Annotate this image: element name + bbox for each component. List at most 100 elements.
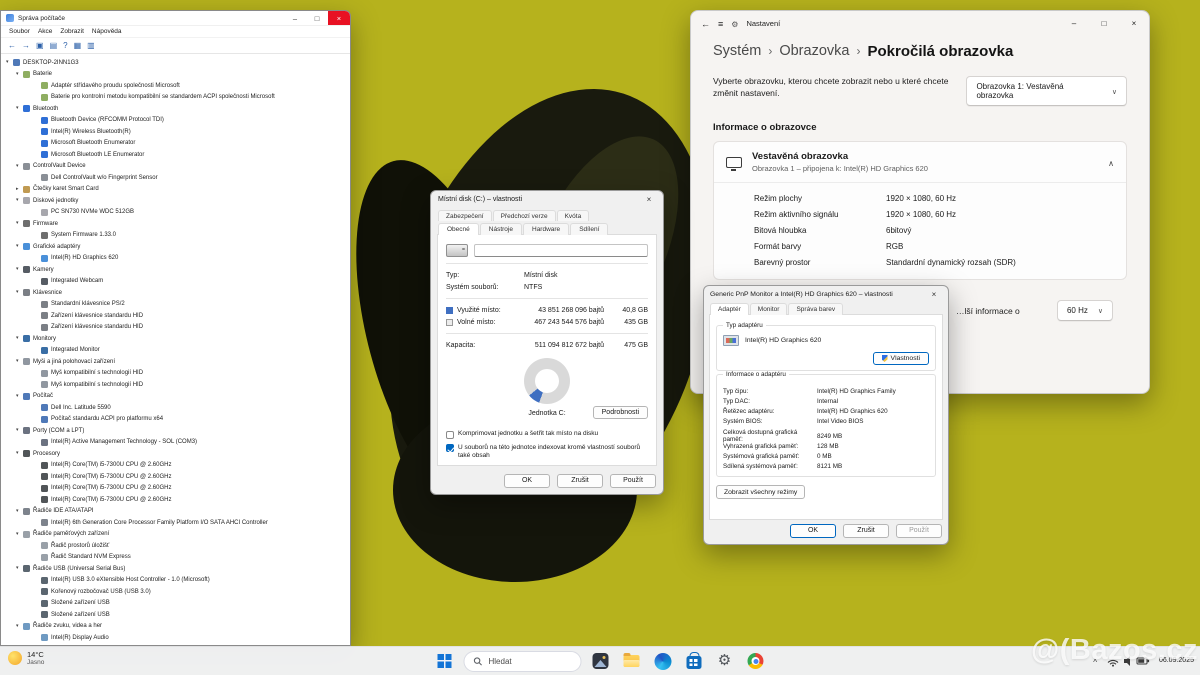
edge-icon[interactable]: [651, 649, 675, 673]
forward-icon[interactable]: →: [22, 42, 30, 50]
expander-icon[interactable]: [16, 244, 23, 249]
expander-icon[interactable]: [16, 336, 23, 341]
tree-item[interactable]: Firmware: [1, 218, 350, 230]
cancel-button[interactable]: Zrušit: [843, 524, 889, 538]
tree-item[interactable]: Řadiče zvuku, videa a her: [1, 621, 350, 633]
ok-button[interactable]: OK: [790, 524, 836, 538]
expander-icon[interactable]: [16, 451, 23, 456]
dialog-titlebar[interactable]: Místní disk (C:) – vlastnosti: [431, 191, 663, 208]
breadcrumb-system[interactable]: Systém: [713, 43, 761, 59]
tree-item[interactable]: Intel(R) HD Graphics 620: [1, 253, 350, 265]
display-select-dropdown[interactable]: Obrazovka 1: Vestavěná obrazovka: [966, 76, 1127, 106]
expander-icon[interactable]: [16, 72, 23, 77]
volume-label-input[interactable]: [474, 244, 648, 257]
tree-item[interactable]: PC SN730 NVMe WDC 512GB: [1, 207, 350, 219]
property-tab[interactable]: Zabezpečení: [438, 210, 492, 221]
tree-item[interactable]: Intel(R) Core(TM) i5-7300U CPU @ 2.60GHz: [1, 483, 350, 495]
tree-item[interactable]: Bluetooth: [1, 103, 350, 115]
store-icon[interactable]: [682, 649, 706, 673]
tree-item[interactable]: Intel(R) 6th Generation Core Processor F…: [1, 517, 350, 529]
expander-icon[interactable]: [16, 359, 23, 364]
titlebar[interactable]: Správa počítače: [1, 11, 350, 26]
expander-icon[interactable]: [16, 267, 23, 272]
minimize-button[interactable]: [284, 11, 306, 25]
compress-checkbox[interactable]: [446, 431, 454, 439]
tree-item[interactable]: Myš kompatibilní s technologií HID: [1, 379, 350, 391]
settings-icon[interactable]: [713, 649, 737, 673]
breadcrumb-display[interactable]: Obrazovka: [779, 43, 849, 59]
tree-item[interactable]: Intel(R) Active Management Technology - …: [1, 437, 350, 449]
expander-icon[interactable]: [16, 187, 23, 192]
tree-item[interactable]: Řadiče IDE ATA/ATAPI: [1, 506, 350, 518]
start-button[interactable]: [433, 649, 457, 673]
tree-item[interactable]: Integrated Webcam: [1, 276, 350, 288]
menu-item[interactable]: Nápověda: [88, 28, 126, 35]
details-button[interactable]: Podrobnosti: [593, 406, 648, 419]
tree-item[interactable]: Integrated Monitor: [1, 345, 350, 357]
tree-item[interactable]: Porty (COM a LPT): [1, 425, 350, 437]
scan-devices-icon[interactable]: ▥: [87, 42, 95, 50]
tree-item[interactable]: Kořenový rozbočovač USB (USB 3.0): [1, 586, 350, 598]
tree-item[interactable]: Počítač standardu ACPI pro platformu x64: [1, 414, 350, 426]
property-tab[interactable]: Předchozí verze: [493, 210, 556, 221]
tree-item[interactable]: Bluetooth Device (RFCOMM Protocol TDI): [1, 115, 350, 127]
cancel-button[interactable]: Zrušit: [557, 474, 603, 488]
chevron-up-icon[interactable]: [1108, 153, 1114, 171]
ok-button[interactable]: OK: [504, 474, 550, 488]
tree-item[interactable]: Baterie pro kontrolní metodu kompatibiln…: [1, 92, 350, 104]
expander-icon[interactable]: [16, 566, 23, 571]
tree-item[interactable]: Řadič Standard NVM Express: [1, 552, 350, 564]
document-icon[interactable]: ▤: [50, 42, 58, 50]
tree-item[interactable]: Řadiče paměťových zařízení: [1, 529, 350, 541]
tree-item[interactable]: Čtečky karet Smart Card: [1, 184, 350, 196]
tree-item[interactable]: Myši a jiná polohovací zařízení: [1, 356, 350, 368]
expander-icon[interactable]: [16, 394, 23, 399]
back-icon[interactable]: ←: [8, 42, 16, 50]
tree-item[interactable]: Grafické adaptéry: [1, 241, 350, 253]
properties-button[interactable]: Vlastnosti: [873, 352, 929, 365]
dialog-tab[interactable]: Monitor: [750, 303, 788, 315]
tree-item[interactable]: Intel(R) Wireless Bluetooth(R): [1, 126, 350, 138]
tree-item[interactable]: Diskové jednotky: [1, 195, 350, 207]
window-icon[interactable]: ▣: [36, 42, 44, 50]
tree-item[interactable]: Kamery: [1, 264, 350, 276]
menu-item[interactable]: Akce: [34, 28, 56, 35]
property-tab[interactable]: Hardware: [523, 223, 569, 235]
back-icon[interactable]: [701, 14, 710, 32]
refresh-rate-dropdown[interactable]: 60 Hz: [1057, 300, 1113, 321]
display-info-card-header[interactable]: Vestavěná obrazovka Obrazovka 1 – připoj…: [714, 142, 1126, 182]
tree-item[interactable]: Intel(R) Core(TM) i5-7300U CPU @ 2.60GHz: [1, 460, 350, 472]
tree-item[interactable]: System Firmware 1.33.0: [1, 230, 350, 242]
tree-item[interactable]: Standardní klávesnice PS/2: [1, 299, 350, 311]
tree-item[interactable]: Microsoft Bluetooth Enumerator: [1, 138, 350, 150]
expander-icon[interactable]: [16, 221, 23, 226]
menu-item[interactable]: Soubor: [5, 28, 34, 35]
tree-item[interactable]: Intel(R) Core(TM) i5-7300U CPU @ 2.60GHz: [1, 494, 350, 506]
apply-button[interactable]: Použít: [610, 474, 656, 488]
expander-icon[interactable]: [16, 106, 23, 111]
menu-item[interactable]: Zobrazit: [56, 28, 87, 35]
property-tab[interactable]: Kvóta: [557, 210, 590, 221]
tree-item[interactable]: Adaptér střídavého proudu společnosti Mi…: [1, 80, 350, 92]
tree-item[interactable]: Intel(R) Core(TM) i5-7300U CPU @ 2.60GHz: [1, 471, 350, 483]
chrome-icon[interactable]: [744, 649, 768, 673]
minimize-button[interactable]: [1059, 11, 1089, 35]
tree-item[interactable]: Zařízení klávesnice standardu HID: [1, 322, 350, 334]
expander-icon[interactable]: [16, 290, 23, 295]
file-explorer-icon[interactable]: [620, 649, 644, 673]
tree-item[interactable]: Intel(R) Display Audio: [1, 632, 350, 644]
titlebar[interactable]: Nastavení: [691, 11, 1149, 35]
tree-item[interactable]: Monitory: [1, 333, 350, 345]
tree-item[interactable]: Dell ControlVault w/o Fingerprint Sensor: [1, 172, 350, 184]
tree-item[interactable]: Počítač: [1, 391, 350, 403]
tree-item[interactable]: Microsoft Bluetooth LE Enumerator: [1, 149, 350, 161]
tree-item[interactable]: Klávesnice: [1, 287, 350, 299]
close-icon[interactable]: [639, 193, 659, 206]
property-tab[interactable]: Obecné: [438, 223, 479, 235]
expander-icon[interactable]: [16, 532, 23, 537]
tree-item[interactable]: DESKTOP-2INN1G3: [1, 57, 350, 69]
help-icon[interactable]: ?: [63, 42, 67, 50]
expander-icon[interactable]: [16, 164, 23, 169]
expander-icon[interactable]: [16, 428, 23, 433]
tree-item[interactable]: Baterie: [1, 69, 350, 81]
